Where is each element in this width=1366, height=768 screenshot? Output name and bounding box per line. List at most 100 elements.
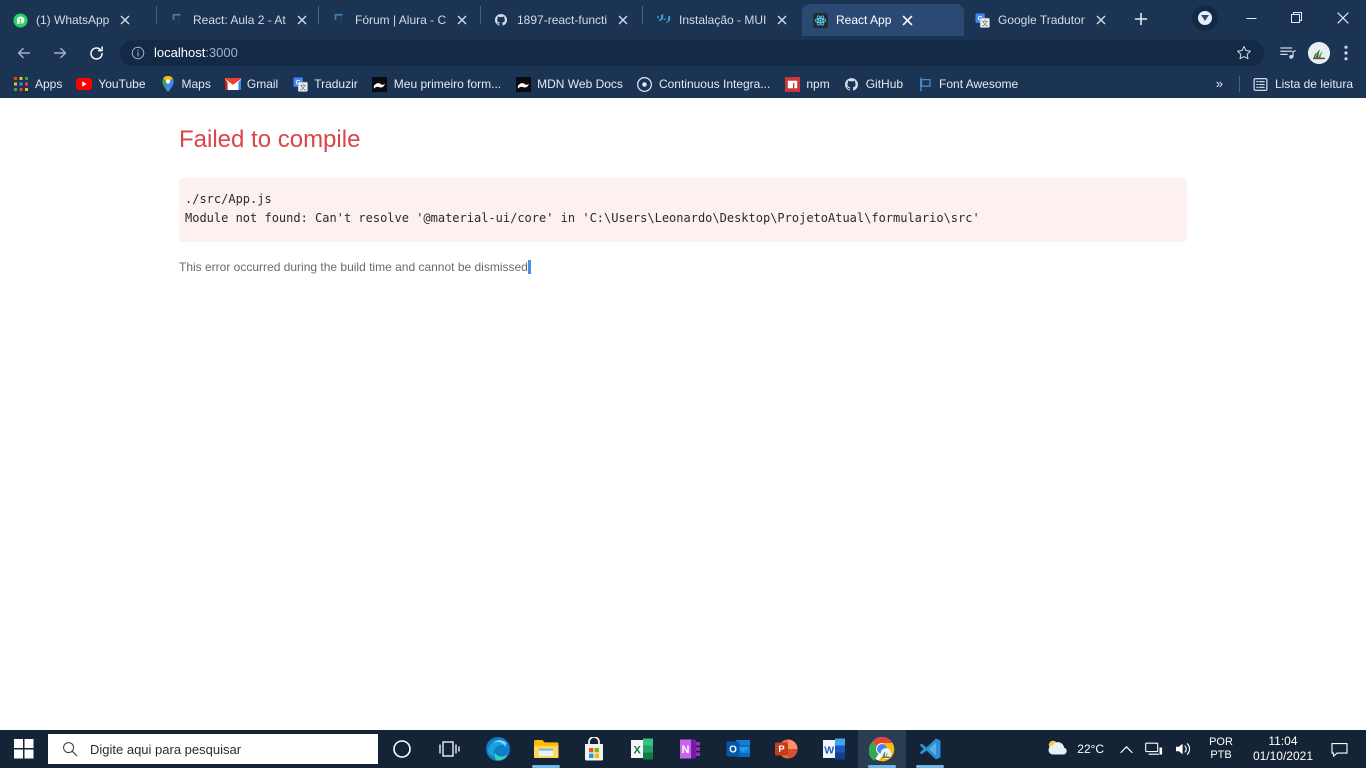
browser-menu-button[interactable] (1332, 39, 1360, 67)
browser-tab-react-app[interactable]: React App (802, 4, 964, 36)
clock-widget[interactable]: 11:04 01/10/2021 (1243, 734, 1323, 764)
browser-profile-chip[interactable] (1192, 5, 1218, 31)
windows-taskbar: Digite aqui para pesquisar X N O P W 22°… (0, 730, 1366, 768)
bookmark-youtube[interactable]: YouTube (69, 73, 152, 95)
bookmark-apps[interactable]: Apps (6, 73, 69, 95)
bookmark-label: MDN Web Docs (537, 77, 623, 91)
url-host: localhost (154, 45, 206, 60)
browser-tab-instalacao-mui[interactable]: Instalação - MUI (645, 4, 802, 36)
bookmark-label: Meu primeiro form... (393, 77, 502, 91)
error-message-text: Module not found: Can't resolve '@materi… (185, 211, 980, 225)
taskbar-search-box[interactable]: Digite aqui para pesquisar (48, 734, 378, 764)
window-minimize-button[interactable] (1228, 1, 1274, 35)
clock-date: 01/10/2021 (1252, 749, 1313, 763)
arrow-right-icon (53, 47, 67, 59)
outlook-icon[interactable]: O (714, 730, 762, 768)
new-tab-button[interactable] (1127, 5, 1155, 33)
bookmarks-overflow-button[interactable]: » (1206, 76, 1233, 92)
close-icon[interactable] (613, 10, 633, 30)
onenote-icon[interactable]: N (666, 730, 714, 768)
microsoft-edge-icon[interactable] (474, 730, 522, 768)
bookmark-gmail[interactable]: Gmail (218, 73, 285, 95)
close-icon[interactable] (115, 10, 135, 30)
font-awesome-icon (917, 76, 933, 92)
file-explorer-icon[interactable] (522, 730, 570, 768)
word-icon[interactable]: W (810, 730, 858, 768)
svg-text:P: P (778, 744, 785, 755)
bookmark-meu-primeiro-form[interactable]: Meu primeiro form... (365, 73, 508, 95)
language-indicator[interactable]: POR PTB (1199, 736, 1243, 762)
close-icon[interactable] (452, 10, 472, 30)
notifications-button[interactable] (1323, 742, 1360, 757)
vscode-icon[interactable] (906, 730, 954, 768)
powerpoint-icon[interactable]: P (762, 730, 810, 768)
close-icon[interactable] (772, 10, 792, 30)
window-maximize-button[interactable] (1274, 1, 1320, 35)
svg-text:文: 文 (981, 18, 988, 27)
reading-list-button[interactable]: Lista de leitura (1246, 73, 1360, 95)
browser-tab-google-tradutor[interactable]: G文 Google Tradutor (964, 4, 1121, 36)
tab-strip: 1 (1) WhatsApp React: Aula 2 - At Fórum … (0, 0, 1366, 36)
mdn-icon (515, 76, 531, 92)
excel-icon[interactable]: X (618, 730, 666, 768)
react-icon (812, 12, 828, 28)
tab-separator (642, 6, 643, 24)
chevron-down-icon (1198, 11, 1212, 25)
close-icon[interactable] (1091, 10, 1111, 30)
tray-overflow-button[interactable] (1114, 730, 1139, 768)
minimize-icon (1246, 17, 1256, 19)
language-line-1: POR (1209, 736, 1233, 748)
browser-tab-whatsapp[interactable]: 1 (1) WhatsApp (2, 4, 154, 36)
window-close-button[interactable] (1320, 1, 1366, 35)
network-icon[interactable] (1139, 730, 1169, 768)
svg-text:O: O (729, 745, 737, 756)
close-icon[interactable] (897, 10, 917, 30)
gmail-icon (224, 76, 241, 92)
three-dots-icon (1344, 45, 1348, 61)
plus-icon (1134, 12, 1148, 26)
browser-tab-forum-alura[interactable]: Fórum | Alura - C (321, 4, 478, 36)
bookmark-npm[interactable]: npm (777, 73, 836, 95)
address-bar[interactable]: localhost:3000 (120, 40, 1264, 66)
task-view-icon[interactable] (426, 730, 474, 768)
svg-text:N: N (682, 744, 690, 756)
circleci-icon (637, 76, 653, 92)
tab-title: Google Tradutor (998, 13, 1085, 27)
bookmark-continuous-integration[interactable]: Continuous Integra... (630, 73, 777, 95)
bookmark-traduzir[interactable]: G文 Traduzir (285, 73, 365, 95)
weather-temperature: 22°C (1077, 742, 1105, 756)
microsoft-store-icon[interactable] (570, 730, 618, 768)
start-button[interactable] (0, 730, 48, 768)
browser-tab-1897-react-functi[interactable]: 1897-react-functi (483, 4, 640, 36)
reading-list-icon[interactable] (1274, 39, 1302, 67)
reload-button[interactable] (81, 38, 111, 68)
bookmark-github[interactable]: GitHub (837, 73, 910, 95)
tab-separator (480, 6, 481, 24)
bookmark-label: Continuous Integra... (658, 77, 771, 91)
bookmark-mdn-web-docs[interactable]: MDN Web Docs (508, 73, 630, 95)
bookmark-label: YouTube (98, 77, 146, 91)
bookmark-maps[interactable]: Maps (153, 73, 218, 95)
github-icon (493, 12, 509, 28)
profile-avatar[interactable] (1308, 42, 1330, 64)
bookmark-label: GitHub (865, 77, 904, 91)
search-icon (62, 741, 78, 757)
bookmark-font-awesome[interactable]: Font Awesome (910, 73, 1025, 95)
weather-widget[interactable]: 22°C (1041, 738, 1114, 761)
bookmark-star-icon[interactable] (1230, 39, 1258, 67)
back-button[interactable] (9, 38, 39, 68)
tab-title: (1) WhatsApp (36, 13, 110, 27)
google-chrome-icon[interactable] (858, 730, 906, 768)
window-controls (1192, 0, 1366, 36)
whatsapp-icon: 1 (12, 12, 28, 28)
forward-button[interactable] (45, 38, 75, 68)
taskbar-search-placeholder: Digite aqui para pesquisar (90, 741, 242, 757)
browser-tab-react-aula-2[interactable]: React: Aula 2 - At (159, 4, 316, 36)
reading-list-icon (1253, 76, 1269, 92)
windows-logo-icon (14, 739, 34, 759)
close-icon[interactable] (292, 10, 312, 30)
volume-icon[interactable] (1169, 730, 1199, 768)
site-info-icon[interactable] (130, 45, 146, 61)
cortana-icon[interactable] (378, 730, 426, 768)
svg-text:X: X (634, 745, 642, 757)
